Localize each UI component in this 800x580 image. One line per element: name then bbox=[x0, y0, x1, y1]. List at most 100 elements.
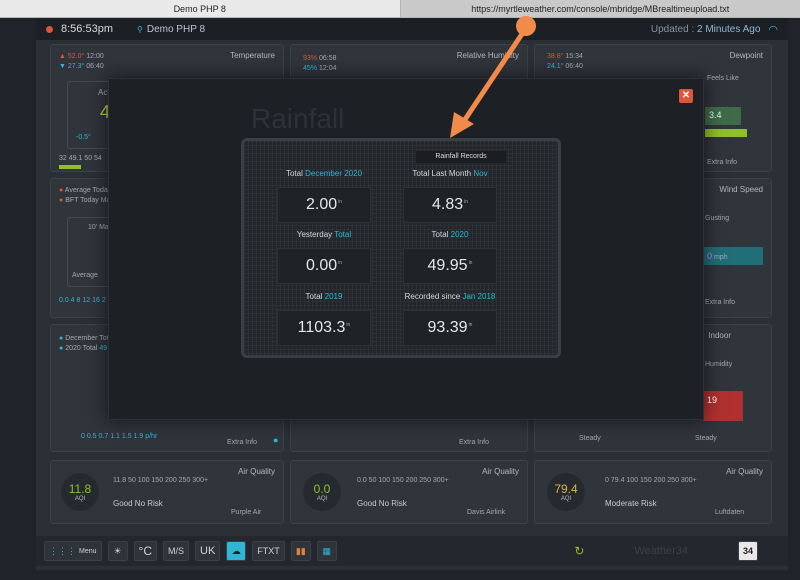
aq-scale: 0.0 50 100 150 200 250 300+ bbox=[357, 477, 449, 484]
wind-bft-label: BFT Today Max bbox=[65, 197, 114, 204]
record-label-highlight: December 2020 bbox=[305, 169, 363, 178]
record-label: Total 2019 bbox=[264, 292, 384, 304]
aq-risk: Good No Risk bbox=[357, 499, 407, 508]
bottom-toolbar: ⋮⋮⋮ Menu ☀ °C M/S UK ☁ FTXT ▮▮ ▦ ↻ Weathe… bbox=[36, 536, 788, 566]
grid-icon: ⋮⋮⋮ bbox=[49, 545, 76, 556]
hum-lo-time: 12:04 bbox=[318, 65, 337, 72]
record-label-highlight: Total bbox=[334, 230, 352, 239]
aq-source-link[interactable]: Davis Airlink bbox=[467, 509, 505, 516]
celsius-button[interactable]: °C bbox=[133, 541, 157, 561]
record-unit: in bbox=[338, 199, 343, 205]
feels-bar bbox=[705, 129, 747, 137]
menu-button[interactable]: ⋮⋮⋮ Menu bbox=[44, 541, 102, 561]
ms-button[interactable]: M/S bbox=[162, 541, 189, 561]
record-unit: in bbox=[346, 322, 351, 328]
update-status: Updated : 2 Minutes Ago bbox=[651, 24, 761, 35]
feels-like-label: Feels Like bbox=[707, 75, 739, 82]
record-label-text: Total bbox=[431, 230, 451, 239]
station-selector[interactable]: ⚲ Demo PHP 8 bbox=[137, 24, 205, 35]
record-item: Total December 2020 2.00 in bbox=[264, 169, 384, 223]
feels-like-value: 3.4 bbox=[709, 110, 722, 120]
feels-like-box: 3.4 bbox=[705, 107, 741, 125]
status-dot-icon bbox=[46, 25, 53, 33]
record-value: 93.39 bbox=[427, 319, 468, 336]
record-value-box: 49.95 in bbox=[403, 248, 497, 284]
rain-dec-label: December Total bbox=[65, 335, 115, 342]
record-label-highlight: Nov bbox=[473, 169, 488, 178]
dew-hi-time: 15:34 bbox=[565, 53, 583, 60]
tab-url: https://myrtleweather.com/console/mbridg… bbox=[471, 3, 730, 14]
aq-source-link[interactable]: Purple Air bbox=[231, 509, 261, 516]
annotation-arrow-icon bbox=[450, 16, 536, 138]
close-button[interactable]: ✕ bbox=[679, 89, 693, 103]
wind-avg-label: Average Today bbox=[64, 187, 112, 194]
record-value-box: 93.39 in bbox=[403, 310, 497, 346]
wind-scale: 0.0 4 8 12 16 2 bbox=[59, 297, 106, 304]
weather34-calendar-icon[interactable]: 34 bbox=[737, 541, 758, 561]
dashboard-header: 8:56:53pm ⚲ Demo PHP 8 Updated : 2 Minut… bbox=[36, 18, 788, 40]
card-title: Temperature bbox=[230, 51, 275, 60]
record-unit: in bbox=[468, 260, 473, 266]
extra-info-link[interactable]: Extra Info bbox=[707, 159, 737, 166]
record-item: Yesterday Total 0.00 in bbox=[264, 230, 384, 284]
hum-lo: 45% 12:04 bbox=[303, 65, 337, 72]
aq-risk: Good No Risk bbox=[113, 499, 163, 508]
wind-bft: ● BFT Today Max bbox=[59, 197, 114, 204]
aq-card-1[interactable]: Air Quality 11.8 AQI 11.8 50 100 150 200 … bbox=[50, 460, 284, 524]
record-label-text: Recorded since bbox=[404, 292, 463, 301]
calendar-icon: ▦ bbox=[322, 545, 332, 556]
record-value: 49.95 bbox=[427, 257, 468, 274]
record-label: Total 2020 bbox=[390, 230, 510, 242]
dew-lo-time: 06:40 bbox=[565, 63, 583, 70]
location-pin-icon: ⚲ bbox=[136, 24, 143, 34]
aq-scale: 0 79.4 100 150 200 250 300+ bbox=[605, 477, 697, 484]
sun-icon: ☀ bbox=[113, 545, 122, 556]
aq-scale: 11.8 50 100 150 200 250 300+ bbox=[113, 477, 209, 484]
uk-button[interactable]: UK bbox=[195, 541, 221, 561]
record-label-text: Total bbox=[285, 169, 306, 178]
screen: Demo PHP 8 https://myrtleweather.com/con… bbox=[0, 0, 800, 580]
rainfall-records-panel: Rainfall Records Total December 2020 2.0… bbox=[241, 138, 561, 358]
card-title: Air Quality bbox=[238, 467, 275, 476]
record-value-box: 0.00 in bbox=[277, 248, 371, 284]
menu-label: Menu bbox=[79, 547, 97, 555]
aq-risk: Moderate Risk bbox=[605, 499, 657, 508]
records-header: Rainfall Records bbox=[416, 151, 506, 163]
theme-toggle-button[interactable]: ☀ bbox=[107, 541, 128, 561]
record-label-highlight: 2019 bbox=[324, 292, 343, 301]
record-label: Total December 2020 bbox=[264, 169, 384, 181]
gust-unit: mph bbox=[713, 254, 728, 261]
calendar-button[interactable]: ▦ bbox=[316, 541, 337, 561]
gust-value: 0 bbox=[707, 251, 713, 261]
temp-lo: ▼ 27.3° 06:40 bbox=[59, 63, 104, 70]
record-value: 4.83 bbox=[431, 196, 464, 213]
record-value: 1103.3 bbox=[297, 319, 346, 336]
modal-title: Rainfall bbox=[251, 103, 345, 134]
extra-info-link[interactable]: Extra Info bbox=[705, 299, 735, 306]
tab-title: Demo PHP 8 bbox=[173, 3, 226, 14]
record-item: Recorded since Jan 2018 93.39 in bbox=[390, 292, 510, 346]
refresh-icon[interactable]: ↻ bbox=[574, 544, 584, 558]
extra-info-link[interactable]: Extra Info bbox=[227, 439, 257, 446]
weather-button[interactable]: ☁ bbox=[226, 541, 247, 561]
browser-tab-demo[interactable]: Demo PHP 8 bbox=[0, 0, 401, 17]
aqi-value: 0.0 bbox=[313, 482, 331, 496]
aq-card-2[interactable]: Air Quality 0.0 AQI 0.0 50 100 150 200 25… bbox=[290, 460, 528, 524]
record-unit: in bbox=[468, 322, 473, 328]
temp-lo-value: 27.3° bbox=[67, 63, 85, 70]
aq-source-link[interactable]: Luftdaten bbox=[715, 509, 744, 516]
record-label-text: Yesterday bbox=[296, 230, 335, 239]
temp-lo-time: 06:40 bbox=[86, 63, 104, 70]
aq-card-3[interactable]: Air Quality 79.4 AQI 0 79.4 100 150 200 2… bbox=[534, 460, 772, 524]
record-value-box: 1103.3 in bbox=[277, 310, 371, 346]
temp-trend: -0.5° bbox=[76, 134, 91, 141]
card-title: Indoor bbox=[708, 331, 731, 340]
record-label: Yesterday Total bbox=[264, 230, 384, 242]
charts-button[interactable]: ▮▮ bbox=[290, 541, 311, 561]
hum-hi-time: 06:58 bbox=[318, 55, 337, 62]
extra-info-link[interactable]: Extra Info bbox=[459, 439, 489, 446]
temp-hi-time: 12:00 bbox=[86, 53, 104, 60]
card-title: Dewpoint bbox=[729, 51, 763, 60]
ftxt-button[interactable]: FTXT bbox=[252, 541, 285, 561]
wifi-icon: ◠ bbox=[768, 23, 778, 36]
